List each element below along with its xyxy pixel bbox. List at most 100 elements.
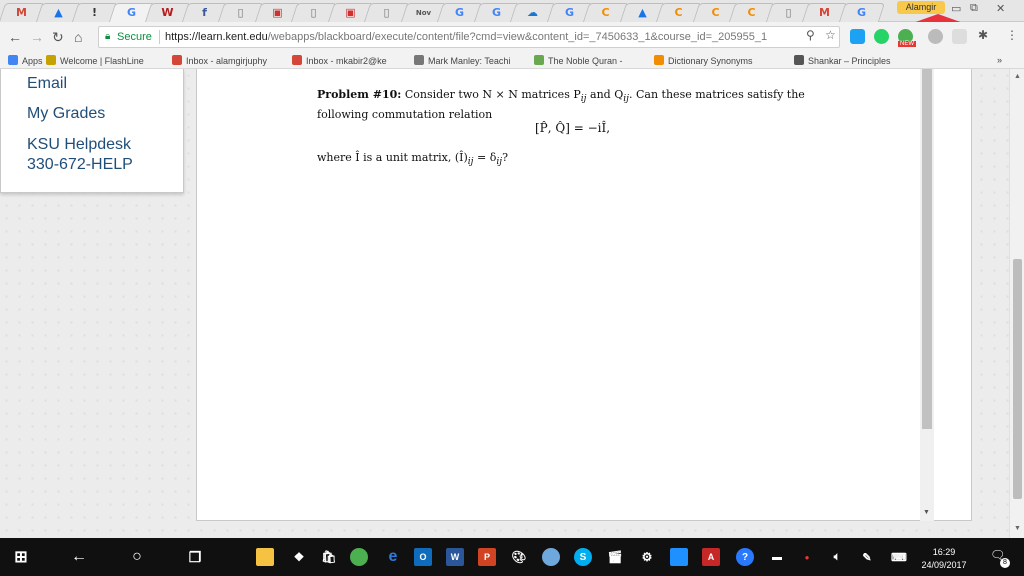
whatsapp-extension-icon[interactable] [874,29,889,44]
bookmark-label: The Noble Quran - [548,56,623,66]
home-icon[interactable]: ⌂ [74,29,82,45]
edge-icon[interactable]: e [384,548,402,566]
tab-strip: M ▲! G Wf ▯ ▣ ▯ ▣ ▯ Nov G G ☁ G C ▲ C C C ▯ M G Alamgir ▭ ⧉ ✕ [0,0,1024,24]
new-badge: NEW [898,41,916,47]
dropbox-icon[interactable]: ❖ [290,548,308,566]
chrome-icon[interactable] [350,548,368,566]
extension-pin-icon[interactable]: ✱ [978,28,988,42]
close-icon[interactable]: ✕ [996,2,1005,15]
bookmark-item[interactable]: Apps [8,55,43,66]
problem-heading: Problem #10: [317,88,402,101]
pdf-scroll-thumb[interactable] [922,69,932,429]
page-content: Email My Grades KSU Helpdesk 330-672-HEL… [0,69,1024,538]
bookmarks-more[interactable]: » [997,55,1002,65]
menu-dots-icon[interactable]: ⋮ [1006,28,1018,42]
pen-icon[interactable]: ✎ [858,548,876,566]
bookmark-star-icon[interactable]: ☆ [825,28,836,42]
system-clock[interactable]: 16:29 24/09/2017 [914,546,974,572]
tab-favicon-icon: G [856,6,866,19]
sidebar-panel: Email My Grades KSU Helpdesk 330-672-HEL… [0,69,184,193]
keyboard-icon[interactable]: ⌨ [890,548,908,566]
sidebar-link-grades[interactable]: My Grades [27,105,105,123]
page-scroll-thumb[interactable] [1013,259,1022,499]
forward-arrow-icon[interactable]: → [30,29,44,45]
windows-start-icon[interactable]: ⊞ [12,548,30,566]
bookmark-favicon-icon [292,55,302,65]
paint-icon[interactable]: 🎨︎ [510,548,528,566]
settings-gear-icon[interactable]: ⚙ [638,548,656,566]
video-editor-icon[interactable]: 🎬︎ [606,548,624,566]
bookmark-favicon-icon [534,55,544,65]
profile-button[interactable]: Alamgir [897,1,945,14]
help-icon[interactable]: ? [736,548,754,566]
record-dot-icon: ● [804,552,810,562]
lock-icon: 🔒︎ [105,31,111,42]
store-bag-icon[interactable]: 🛍︎ [320,548,338,566]
clock-date: 24/09/2017 [921,560,967,570]
tab-favicon-icon: ▯ [310,6,317,19]
bookmark-label: Dictionary Synonyms [668,56,753,66]
bookmark-favicon-icon [654,55,664,65]
bookmark-item[interactable]: Welcome | FlashLine [46,55,144,66]
pdf-scrollbar[interactable]: ▲ ▼ [920,69,934,521]
bookmark-favicon-icon [414,55,424,65]
bookmark-item[interactable]: Inbox - mkabir2@ke [292,55,387,66]
secure-label: Secure [117,31,152,43]
bookmark-label: Inbox - mkabir2@ke [306,56,387,66]
bookmark-label: Mark Manley: Teachi [428,56,511,66]
bookmark-label: Welcome | FlashLine [60,56,144,66]
grey-extension-icon[interactable] [928,29,943,44]
zoom-icon[interactable]: ⚲ [806,28,815,42]
back-icon[interactable]: ← [70,548,88,566]
calculator-icon[interactable] [670,548,688,566]
outlook-icon[interactable]: O [414,548,432,566]
bookmark-favicon-icon [8,55,18,65]
bookmark-item[interactable]: Mark Manley: Teachi [414,55,510,66]
sidebar-link-helpdesk[interactable]: KSU Helpdesk [27,136,131,154]
word-icon[interactable]: W [446,548,464,566]
tab-favicon-icon: ▲ [53,6,63,19]
content-frame: Problem #10: Consider two N × N matrices… [196,69,972,521]
sidebar-link-email[interactable]: Email [27,75,67,93]
power-plug-icon: ▬ [772,551,782,563]
app-circle-icon[interactable] [542,548,560,566]
bookmark-favicon-icon [46,55,56,65]
browser-tab[interactable]: G [838,3,885,22]
skype-extension-icon[interactable] [850,29,865,44]
address-bar[interactable]: 🔒︎ Secure https://learn.kent.edu/webapps… [98,26,840,48]
problem-line2: following commutation relation [317,108,493,122]
tab-favicon-icon: ▲ [637,6,647,19]
skype-icon[interactable]: S [574,548,592,566]
reload-icon[interactable]: ↻ [52,29,64,46]
bookmark-item[interactable]: The Noble Quran - [534,55,623,66]
scroll-down-arrow-icon[interactable]: ▼ [923,509,930,516]
tab-favicon-icon: ! [91,6,98,19]
acrobat-icon[interactable]: A [702,548,720,566]
tab-favicon-icon: C [747,6,756,19]
restore-icon[interactable]: ⧉ [970,2,978,15]
helpdesk-phone: 330-672-HELP [27,156,133,173]
page-scroll-down-icon[interactable]: ▼ [1014,525,1021,532]
page-scroll-up-icon[interactable]: ▲ [1014,73,1021,80]
volume-icon[interactable]: 🔈︎ [828,548,846,566]
back-arrow-icon[interactable]: ← [8,29,22,45]
tab-favicon-icon: f [201,6,207,19]
page-scrollbar[interactable]: ▲ ▼ [1009,69,1024,538]
file-explorer-icon[interactable] [256,548,274,566]
tab-favicon-icon: W [161,6,174,19]
notification-count-badge: 8 [1000,558,1010,568]
tab-favicon-icon: ▣ [344,6,356,19]
tab-favicon-icon: M [16,6,27,19]
bookmark-favicon-icon [172,55,182,65]
extension-puzzle-icon[interactable] [952,29,967,44]
task-view-icon[interactable]: ❐ [186,548,204,566]
powerpoint-icon[interactable]: P [478,548,496,566]
problem-where-text: where Î is a unit matrix, (Î)ij = δij? [317,151,509,168]
address-separator [159,30,160,44]
bookmark-item[interactable]: Shankar – Principles [794,55,891,66]
cortana-circle-icon[interactable]: ○ [128,548,146,566]
tab-favicon-icon: ▯ [784,6,792,19]
bookmark-item[interactable]: Dictionary Synonyms [654,55,753,66]
pdf-page: Problem #10: Consider two N × N matrices… [235,69,957,517]
bookmark-item[interactable]: Inbox - alamgirjuphy [172,55,267,66]
